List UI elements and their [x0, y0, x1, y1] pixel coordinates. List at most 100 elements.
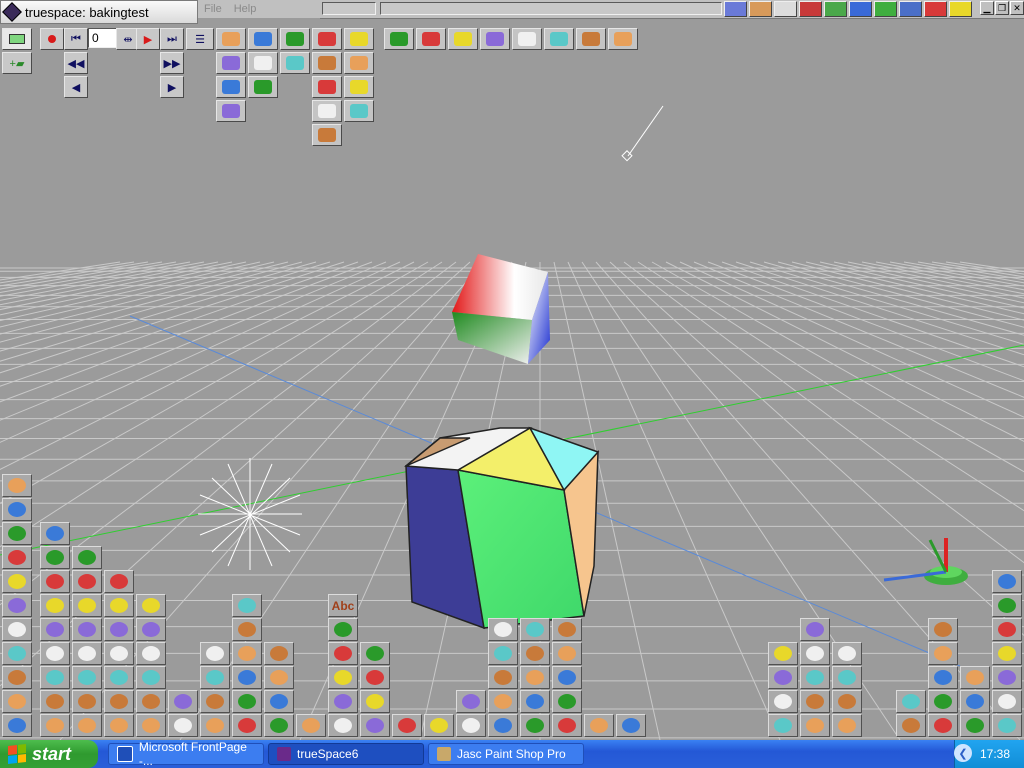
primitive-library-button[interactable]: [104, 618, 134, 641]
primitive-library-button[interactable]: [104, 594, 134, 617]
navigation-tool-button[interactable]: [416, 28, 446, 50]
primitive-library-button[interactable]: [360, 714, 390, 737]
workspace-icon[interactable]: [949, 1, 972, 17]
navigation-tool-button[interactable]: [544, 28, 574, 50]
primitive-library-button[interactable]: [136, 642, 166, 665]
material-library-button[interactable]: [928, 642, 958, 665]
object-tool-button[interactable]: [248, 52, 278, 74]
object-tool-button[interactable]: [312, 76, 342, 98]
object-tool-button[interactable]: [312, 100, 342, 122]
primitive-library-button[interactable]: [2, 522, 32, 545]
object-tool-button[interactable]: [248, 76, 278, 98]
primitive-library-button[interactable]: [200, 690, 230, 713]
primitive-library-button[interactable]: [136, 714, 166, 737]
axis-y-icon[interactable]: [899, 1, 922, 17]
primitive-library-button[interactable]: [232, 642, 262, 665]
material-library-button[interactable]: [896, 714, 926, 737]
primitive-library-button[interactable]: [72, 690, 102, 713]
primitive-library-button[interactable]: [104, 666, 134, 689]
material-library-button[interactable]: [960, 690, 990, 713]
primitive-library-button[interactable]: [40, 546, 70, 569]
primitive-library-button[interactable]: [200, 714, 230, 737]
primitive-library-button[interactable]: [424, 714, 454, 737]
primitive-library-button[interactable]: [232, 714, 262, 737]
primitive-library-button[interactable]: [40, 642, 70, 665]
primitive-library-button[interactable]: [72, 666, 102, 689]
material-library-button[interactable]: [928, 714, 958, 737]
start-button[interactable]: start: [0, 740, 98, 768]
show-hidden-icons-button[interactable]: ❮: [954, 744, 972, 762]
primitive-library-button[interactable]: [488, 666, 518, 689]
point-light[interactable]: [198, 458, 302, 570]
material-library-button[interactable]: [768, 714, 798, 737]
primitive-library-button[interactable]: [72, 714, 102, 737]
material-library-button[interactable]: [928, 690, 958, 713]
restore-button[interactable]: ❐: [995, 1, 1009, 15]
primitive-library-button[interactable]: [616, 714, 646, 737]
view-icon[interactable]: [724, 1, 747, 17]
material-library-button[interactable]: [992, 690, 1022, 713]
navigation-tool-button[interactable]: [512, 28, 542, 50]
primitive-library-button[interactable]: [168, 690, 198, 713]
go-start-button[interactable]: ⏮: [64, 28, 88, 50]
material-library-button[interactable]: [800, 666, 830, 689]
camera-icon[interactable]: [849, 1, 872, 17]
primitive-library-button[interactable]: [552, 714, 582, 737]
app-title-bar[interactable]: truespace: bakingtest: [0, 0, 198, 24]
text-tool-button[interactable]: Abc: [328, 594, 358, 617]
primitive-library-button[interactable]: [360, 642, 390, 665]
material-library-button[interactable]: [992, 570, 1022, 593]
primitive-library-button[interactable]: [136, 666, 166, 689]
material-library-button[interactable]: [832, 690, 862, 713]
navigation-tool-button[interactable]: [608, 28, 638, 50]
fast-forward-button[interactable]: ▶▶: [160, 52, 184, 74]
object-tool-button[interactable]: [216, 28, 246, 50]
primitive-library-button[interactable]: [360, 666, 390, 689]
primitive-library-button[interactable]: [136, 594, 166, 617]
primitive-library-button[interactable]: [488, 690, 518, 713]
material-library-button[interactable]: [992, 642, 1022, 665]
rewind-button[interactable]: ◀◀: [64, 52, 88, 74]
axis-z-icon[interactable]: [924, 1, 947, 17]
primitive-library-button[interactable]: [40, 522, 70, 545]
primitive-library-button[interactable]: [456, 714, 486, 737]
primitive-library-button[interactable]: [264, 666, 294, 689]
primitive-library-button[interactable]: [2, 546, 32, 569]
material-library-button[interactable]: [800, 690, 830, 713]
material-library-button[interactable]: [992, 666, 1022, 689]
primitive-library-button[interactable]: [552, 666, 582, 689]
primitive-library-button[interactable]: [104, 570, 134, 593]
primitive-library-button[interactable]: [456, 690, 486, 713]
primitive-library-button[interactable]: [328, 714, 358, 737]
primitive-library-button[interactable]: [552, 642, 582, 665]
primitive-library-button[interactable]: [2, 618, 32, 641]
primitive-library-button[interactable]: [328, 690, 358, 713]
material-library-button[interactable]: [992, 714, 1022, 737]
keyframe-list-button[interactable]: ☰: [186, 28, 214, 50]
primitive-library-button[interactable]: [328, 666, 358, 689]
primitive-library-button[interactable]: [72, 570, 102, 593]
navigation-tool-button[interactable]: [448, 28, 478, 50]
primitive-library-button[interactable]: [2, 714, 32, 737]
object-tool-button[interactable]: [312, 124, 342, 146]
primitive-library-button[interactable]: [552, 690, 582, 713]
material-library-button[interactable]: [960, 666, 990, 689]
primitive-library-button[interactable]: [264, 642, 294, 665]
material-library-button[interactable]: [928, 666, 958, 689]
material-library-button[interactable]: [896, 690, 926, 713]
primitive-library-button[interactable]: [40, 594, 70, 617]
menu-file[interactable]: File: [204, 3, 222, 15]
material-library-button[interactable]: [768, 642, 798, 665]
add-layer-button[interactable]: +▰: [2, 52, 32, 74]
material-library-button[interactable]: [768, 666, 798, 689]
primitive-library-button[interactable]: [328, 618, 358, 641]
material-library-button[interactable]: [832, 714, 862, 737]
menu-help[interactable]: Help: [234, 3, 257, 15]
primitive-library-button[interactable]: [232, 618, 262, 641]
primitive-library-button[interactable]: [2, 666, 32, 689]
render-icon[interactable]: [799, 1, 822, 17]
taskbar-item-paintshop[interactable]: Jasc Paint Shop Pro: [428, 743, 584, 765]
navigation-tool-button[interactable]: [480, 28, 510, 50]
primitive-library-button[interactable]: [40, 690, 70, 713]
orientation-gizmo[interactable]: [883, 538, 968, 585]
